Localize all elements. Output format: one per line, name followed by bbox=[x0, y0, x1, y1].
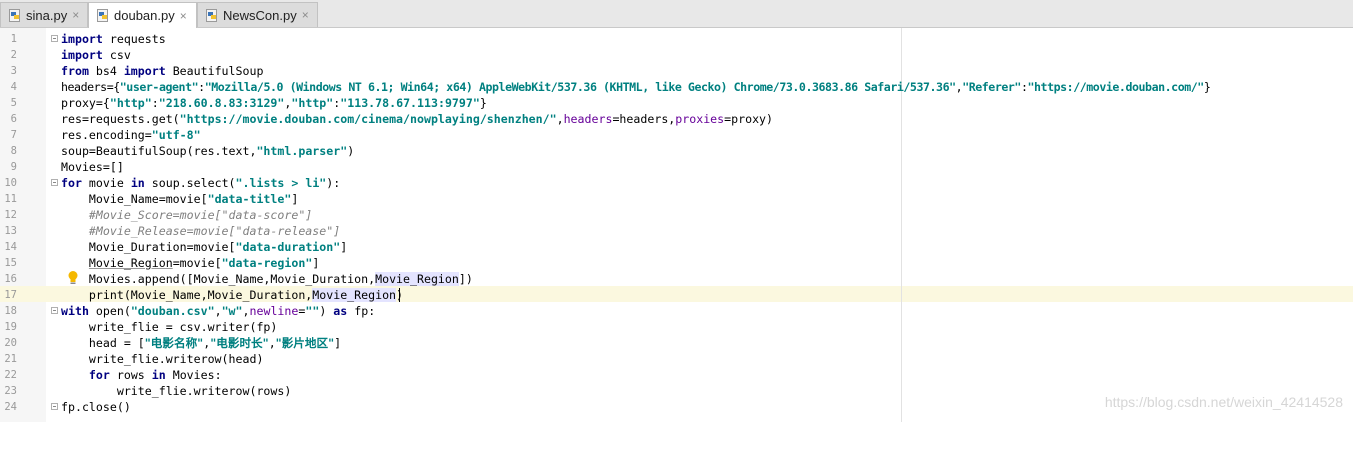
line-number: 24 bbox=[4, 401, 17, 413]
line-number: 17 bbox=[4, 289, 17, 301]
code-line: 11 Movie_Name=movie["data-title"] bbox=[0, 191, 1353, 207]
line-code[interactable]: for movie in soup.select(".lists > li"): bbox=[61, 175, 340, 191]
python-file-icon bbox=[206, 8, 218, 22]
line-code[interactable]: import csv bbox=[61, 47, 131, 63]
line-number: 16 bbox=[4, 273, 17, 285]
line-code[interactable]: fp.close() bbox=[61, 399, 131, 415]
close-icon[interactable]: × bbox=[180, 10, 187, 22]
line-number: 19 bbox=[4, 321, 17, 333]
line-number: 8 bbox=[10, 145, 17, 157]
code-line: 18 with open("douban.csv","w",newline=""… bbox=[0, 303, 1353, 319]
code-editor[interactable]: 1 import requests 2 import csv 3 from bs… bbox=[0, 28, 1353, 422]
line-number: 2 bbox=[10, 49, 17, 61]
code-lines: 1 import requests 2 import csv 3 from bs… bbox=[0, 31, 1353, 415]
line-number: 23 bbox=[4, 385, 17, 397]
tab-douban-py[interactable]: douban.py × bbox=[88, 2, 197, 28]
line-number: 12 bbox=[4, 209, 17, 221]
watermark: https://blog.csdn.net/weixin_42414528 bbox=[1104, 394, 1343, 410]
close-icon[interactable]: × bbox=[302, 9, 309, 21]
line-code[interactable]: write_flie.writerow(head) bbox=[61, 351, 264, 367]
line-number: 20 bbox=[4, 337, 17, 349]
python-file-icon bbox=[97, 9, 109, 22]
line-number: 4 bbox=[10, 81, 17, 93]
code-line: 6 res=requests.get("https://movie.douban… bbox=[0, 111, 1353, 127]
line-number: 11 bbox=[4, 193, 17, 205]
code-line: 2 import csv bbox=[0, 47, 1353, 63]
code-line: 15 Movie_Region=movie["data-region"] bbox=[0, 255, 1353, 271]
line-number: 6 bbox=[10, 113, 17, 125]
line-number: 7 bbox=[10, 129, 17, 141]
tab-label: NewsCon.py bbox=[223, 7, 297, 23]
line-code[interactable]: with open("douban.csv","w",newline="") a… bbox=[61, 303, 375, 319]
line-code[interactable]: #Movie_Release=movie["data-release"] bbox=[61, 223, 340, 239]
line-code[interactable]: proxy={"http":"218.60.8.83:3129","http":… bbox=[61, 95, 487, 111]
line-code[interactable]: Movies=[] bbox=[61, 159, 124, 175]
code-line: 9 Movies=[] bbox=[0, 159, 1353, 175]
code-line: 22 for rows in Movies: bbox=[0, 367, 1353, 383]
code-line: 20 head = ["电影名称","电影时长","影片地区"] bbox=[0, 335, 1353, 351]
code-line: 13 #Movie_Release=movie["data-release"] bbox=[0, 223, 1353, 239]
code-line: 10 for movie in soup.select(".lists > li… bbox=[0, 175, 1353, 191]
tab-label: sina.py bbox=[26, 7, 68, 23]
editor-tab-bar: sina.py × douban.py × NewsCon.py × bbox=[0, 0, 1353, 28]
line-code[interactable]: res=requests.get("https://movie.douban.c… bbox=[61, 111, 773, 127]
code-line: 21 write_flie.writerow(head) bbox=[0, 351, 1353, 367]
tab-newscon-py[interactable]: NewsCon.py × bbox=[197, 2, 318, 27]
line-code[interactable]: headers={"user-agent":"Mozilla/5.0 (Wind… bbox=[61, 79, 1211, 95]
line-code[interactable]: #Movie_Score=movie["data-score"] bbox=[61, 207, 312, 223]
line-number: 22 bbox=[4, 369, 17, 381]
line-code[interactable]: print(Movie_Name,Movie_Duration,Movie_Re… bbox=[61, 287, 403, 303]
line-code[interactable]: import requests bbox=[61, 31, 166, 47]
tab-sina-py[interactable]: sina.py × bbox=[0, 2, 88, 27]
line-number: 18 bbox=[4, 305, 17, 317]
line-code[interactable]: Movie_Region=movie["data-region"] bbox=[61, 255, 319, 271]
code-line: 4 headers={"user-agent":"Mozilla/5.0 (Wi… bbox=[0, 79, 1353, 95]
line-number: 9 bbox=[10, 161, 17, 173]
tab-label: douban.py bbox=[114, 8, 175, 23]
line-code[interactable]: for rows in Movies: bbox=[61, 367, 222, 383]
line-number: 13 bbox=[4, 225, 17, 237]
line-code[interactable]: Movies.append([Movie_Name,Movie_Duration… bbox=[61, 271, 473, 287]
line-code[interactable]: from bs4 import BeautifulSoup bbox=[61, 63, 263, 79]
code-line: 7 res.encoding="utf-8" bbox=[0, 127, 1353, 143]
line-number: 21 bbox=[4, 353, 17, 365]
line-number: 10 bbox=[4, 177, 17, 189]
code-line: 8 soup=BeautifulSoup(res.text,"html.pars… bbox=[0, 143, 1353, 159]
line-number: 1 bbox=[10, 33, 17, 45]
code-line: 16 Movies.append([Movie_Name,Movie_Durat… bbox=[0, 271, 1353, 287]
line-code[interactable]: soup=BeautifulSoup(res.text,"html.parser… bbox=[61, 143, 354, 159]
line-code[interactable]: head = ["电影名称","电影时长","影片地区"] bbox=[61, 335, 341, 351]
line-number: 14 bbox=[4, 241, 17, 253]
code-line: 14 Movie_Duration=movie["data-duration"] bbox=[0, 239, 1353, 255]
line-number: 3 bbox=[10, 65, 17, 77]
close-icon[interactable]: × bbox=[72, 9, 79, 21]
line-code[interactable]: write_flie = csv.writer(fp) bbox=[61, 319, 277, 335]
code-line: 1 import requests bbox=[0, 31, 1353, 47]
python-file-icon bbox=[9, 8, 21, 22]
text-caret bbox=[399, 288, 400, 302]
code-line: 12 #Movie_Score=movie["data-score"] bbox=[0, 207, 1353, 223]
code-line: 17 print(Movie_Name,Movie_Duration,Movie… bbox=[0, 287, 1353, 303]
line-code[interactable]: res.encoding="utf-8" bbox=[61, 127, 201, 143]
code-line: 19 write_flie = csv.writer(fp) bbox=[0, 319, 1353, 335]
line-code[interactable]: Movie_Name=movie["data-title"] bbox=[61, 191, 298, 207]
line-number: 15 bbox=[4, 257, 17, 269]
code-line: 3 from bs4 import BeautifulSoup bbox=[0, 63, 1353, 79]
line-code[interactable]: Movie_Duration=movie["data-duration"] bbox=[61, 239, 347, 255]
line-code[interactable]: write_flie.writerow(rows) bbox=[61, 383, 292, 399]
code-line: 5 proxy={"http":"218.60.8.83:3129","http… bbox=[0, 95, 1353, 111]
line-number: 5 bbox=[10, 97, 17, 109]
